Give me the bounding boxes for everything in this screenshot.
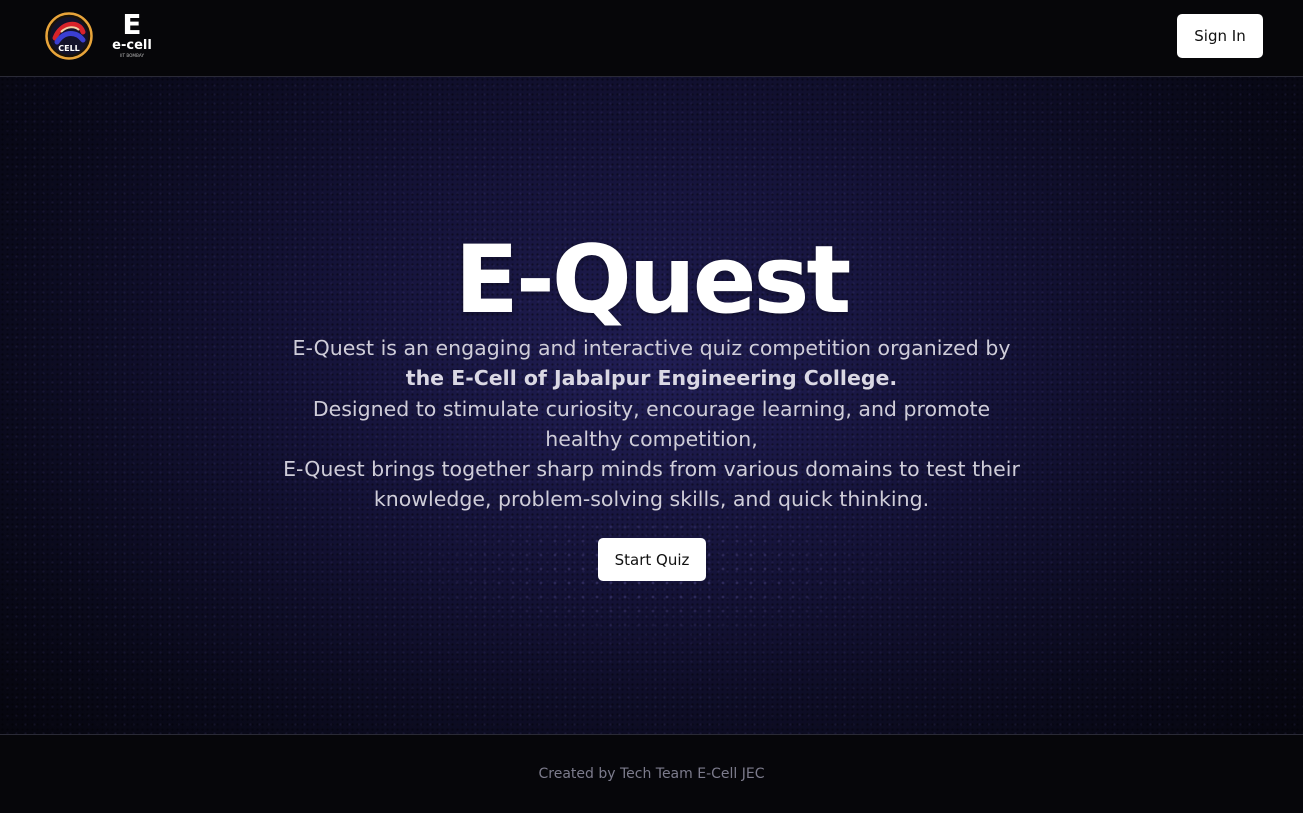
jec-logo-text: CELL [58, 44, 80, 53]
start-quiz-button[interactable]: Start Quiz [598, 538, 706, 581]
landing-page: CELL E e-cell IIT BOMBAY Sign In E-Quest… [0, 0, 1303, 813]
description-line: knowledge, problem-solving skills, and q… [373, 487, 930, 512]
jec-ecell-logo-icon[interactable]: CELL [45, 12, 93, 60]
ecell-logo-subtext: IIT BOMBAY [120, 53, 144, 58]
hero-description: E-Quest is an engaging and interactive q… [230, 333, 1073, 515]
sign-in-button[interactable]: Sign In [1177, 14, 1263, 58]
ecell-iit-bombay-logo-icon[interactable]: E e-cell IIT BOMBAY [108, 9, 156, 61]
footer-credit: Created by Tech Team E-Cell JEC [538, 766, 765, 782]
hero-title: E-Quest [454, 226, 852, 335]
ecell-logo-mark: E [122, 9, 141, 41]
description-line: E-Quest brings together sharp minds from… [283, 457, 1020, 482]
description-line: E-Quest is an engaging and interactive q… [292, 336, 1011, 360]
top-navbar: CELL E e-cell IIT BOMBAY Sign In [0, 0, 1303, 77]
description-line: Designed to stimulate curiosity, encoura… [312, 396, 991, 421]
footer: Created by Tech Team E-Cell JEC [0, 734, 1303, 813]
description-line: healthy competition, [545, 426, 758, 451]
description-line-bold: the E-Cell of Jabalpur Engineering Colle… [405, 366, 898, 391]
ecell-logo-text: e-cell [112, 38, 152, 53]
